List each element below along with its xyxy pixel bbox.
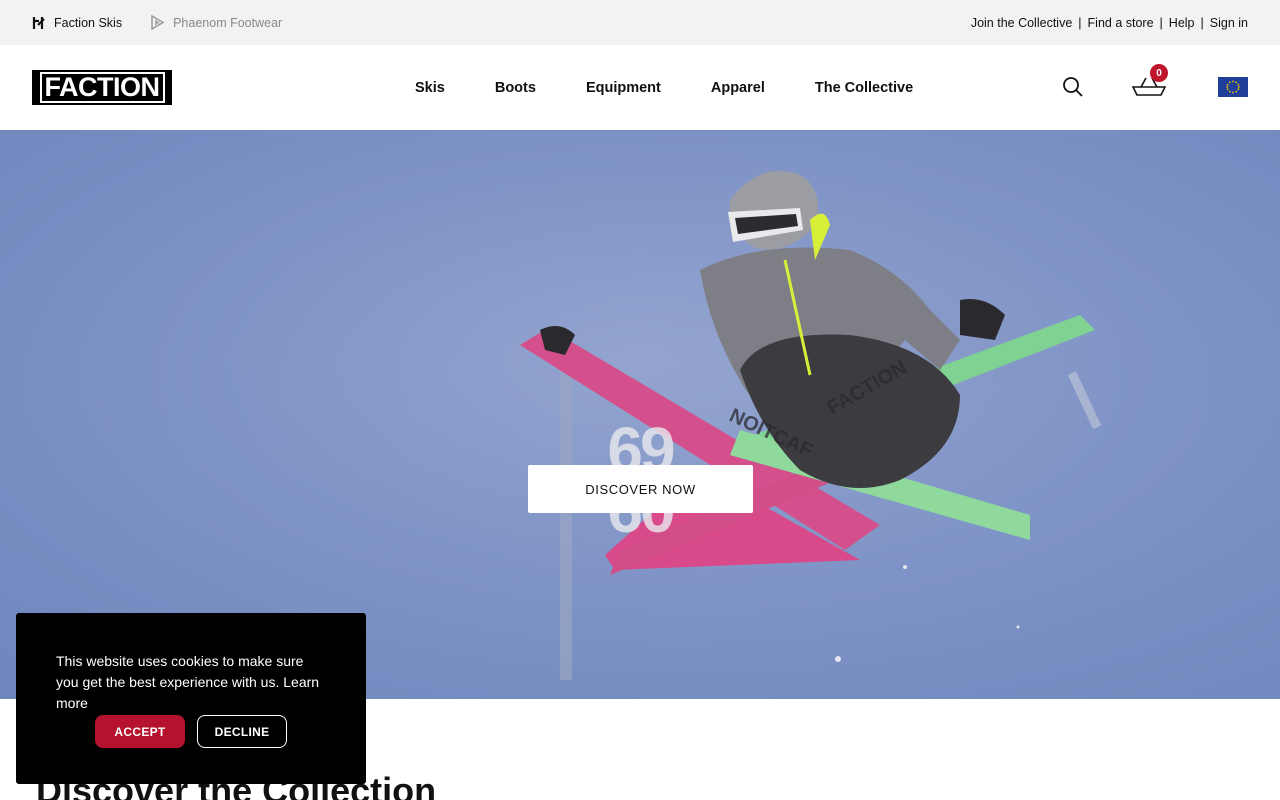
utility-bar: Faction Skis Phaenom Footwear Join the C… — [0, 0, 1280, 45]
site-header: FACTION Skis Boots Equipment Apparel The… — [0, 45, 1280, 130]
brand-faction-skis-link[interactable]: Faction Skis — [32, 16, 122, 30]
brand-faction-skis-label: Faction Skis — [54, 15, 123, 30]
sign-in-link[interactable]: Sign in — [1210, 16, 1248, 30]
decline-cookies-button[interactable]: DECLINE — [197, 715, 287, 748]
brand-switcher: Faction Skis Phaenom Footwear — [32, 15, 282, 30]
join-collective-link[interactable]: Join the Collective — [971, 16, 1072, 30]
search-button[interactable] — [1062, 76, 1084, 98]
eu-flag-icon — [1218, 77, 1248, 97]
cookie-actions: ACCEPT DECLINE — [95, 715, 287, 748]
cookie-banner: This website uses cookies to make sure y… — [16, 613, 366, 784]
search-icon — [1063, 77, 1083, 97]
cart-count-badge: 0 — [1150, 64, 1168, 82]
help-link[interactable]: Help — [1169, 16, 1195, 30]
separator: | — [1200, 15, 1204, 30]
faction-logo[interactable]: FACTION — [32, 70, 172, 105]
find-store-link[interactable]: Find a store — [1088, 16, 1154, 30]
brand-phaenom-label: Phaenom Footwear — [173, 15, 283, 30]
separator: | — [1159, 15, 1163, 30]
discover-now-button[interactable]: DISCOVER NOW — [528, 465, 753, 513]
cookie-message-text: This website uses cookies to make sure y… — [56, 653, 304, 690]
region-selector[interactable] — [1218, 77, 1248, 97]
faction-mark-icon — [32, 16, 45, 29]
nav-equipment[interactable]: Equipment — [586, 80, 661, 96]
utility-links: Join the Collective | Find a store | Hel… — [971, 16, 1248, 30]
main-nav: Skis Boots Equipment Apparel The Collect… — [415, 45, 913, 130]
cookie-message: This website uses cookies to make sure y… — [56, 651, 326, 714]
nav-the-collective[interactable]: The Collective — [815, 80, 913, 96]
separator: | — [1078, 15, 1082, 30]
brand-phaenom-link[interactable]: Phaenom Footwear — [150, 15, 282, 30]
phaenom-mark-icon — [151, 15, 165, 30]
nav-apparel[interactable]: Apparel — [711, 80, 765, 96]
nav-boots[interactable]: Boots — [495, 80, 536, 96]
logo-text: FACTION — [39, 72, 165, 103]
accept-cookies-button[interactable]: ACCEPT — [95, 715, 185, 748]
nav-skis[interactable]: Skis — [415, 80, 445, 96]
